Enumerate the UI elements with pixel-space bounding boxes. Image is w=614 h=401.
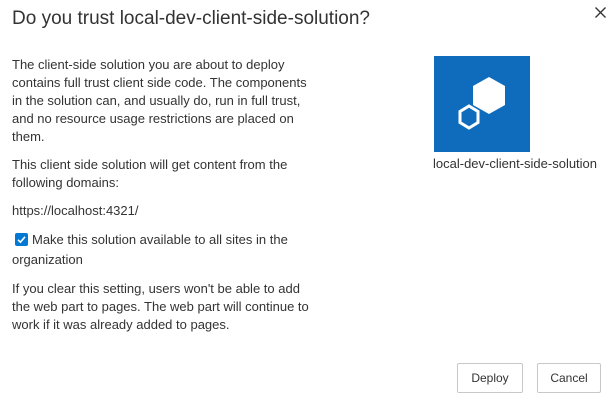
cube-package-icon (457, 77, 505, 131)
trust-warning-text: The client-side solution you are about t… (12, 57, 307, 144)
tenant-wide-checkbox-label[interactable]: Make this solution available to all site… (12, 232, 288, 267)
solution-logo (434, 56, 530, 152)
checkmark-icon (17, 236, 26, 244)
trust-dialog: Do you trust local-dev-client-side-solut… (0, 0, 614, 401)
close-button[interactable] (592, 4, 608, 20)
domains-intro-text: This client side solution will get conte… (12, 157, 288, 190)
clear-setting-note: If you clear this setting, users won't b… (12, 281, 309, 332)
close-icon (594, 6, 606, 18)
solution-name: local-dev-client-side-solution (433, 156, 598, 171)
tenant-wide-deploy-option: Make this solution available to all site… (12, 230, 317, 270)
dialog-title: Do you trust local-dev-client-side-solut… (12, 8, 370, 29)
cancel-button[interactable]: Cancel (537, 363, 601, 393)
deploy-button[interactable]: Deploy (457, 363, 523, 393)
tenant-wide-checkbox[interactable] (15, 233, 28, 246)
domain-value: https://localhost:4321/ (12, 203, 139, 218)
dialog-content: The client-side solution you are about t… (12, 56, 317, 344)
